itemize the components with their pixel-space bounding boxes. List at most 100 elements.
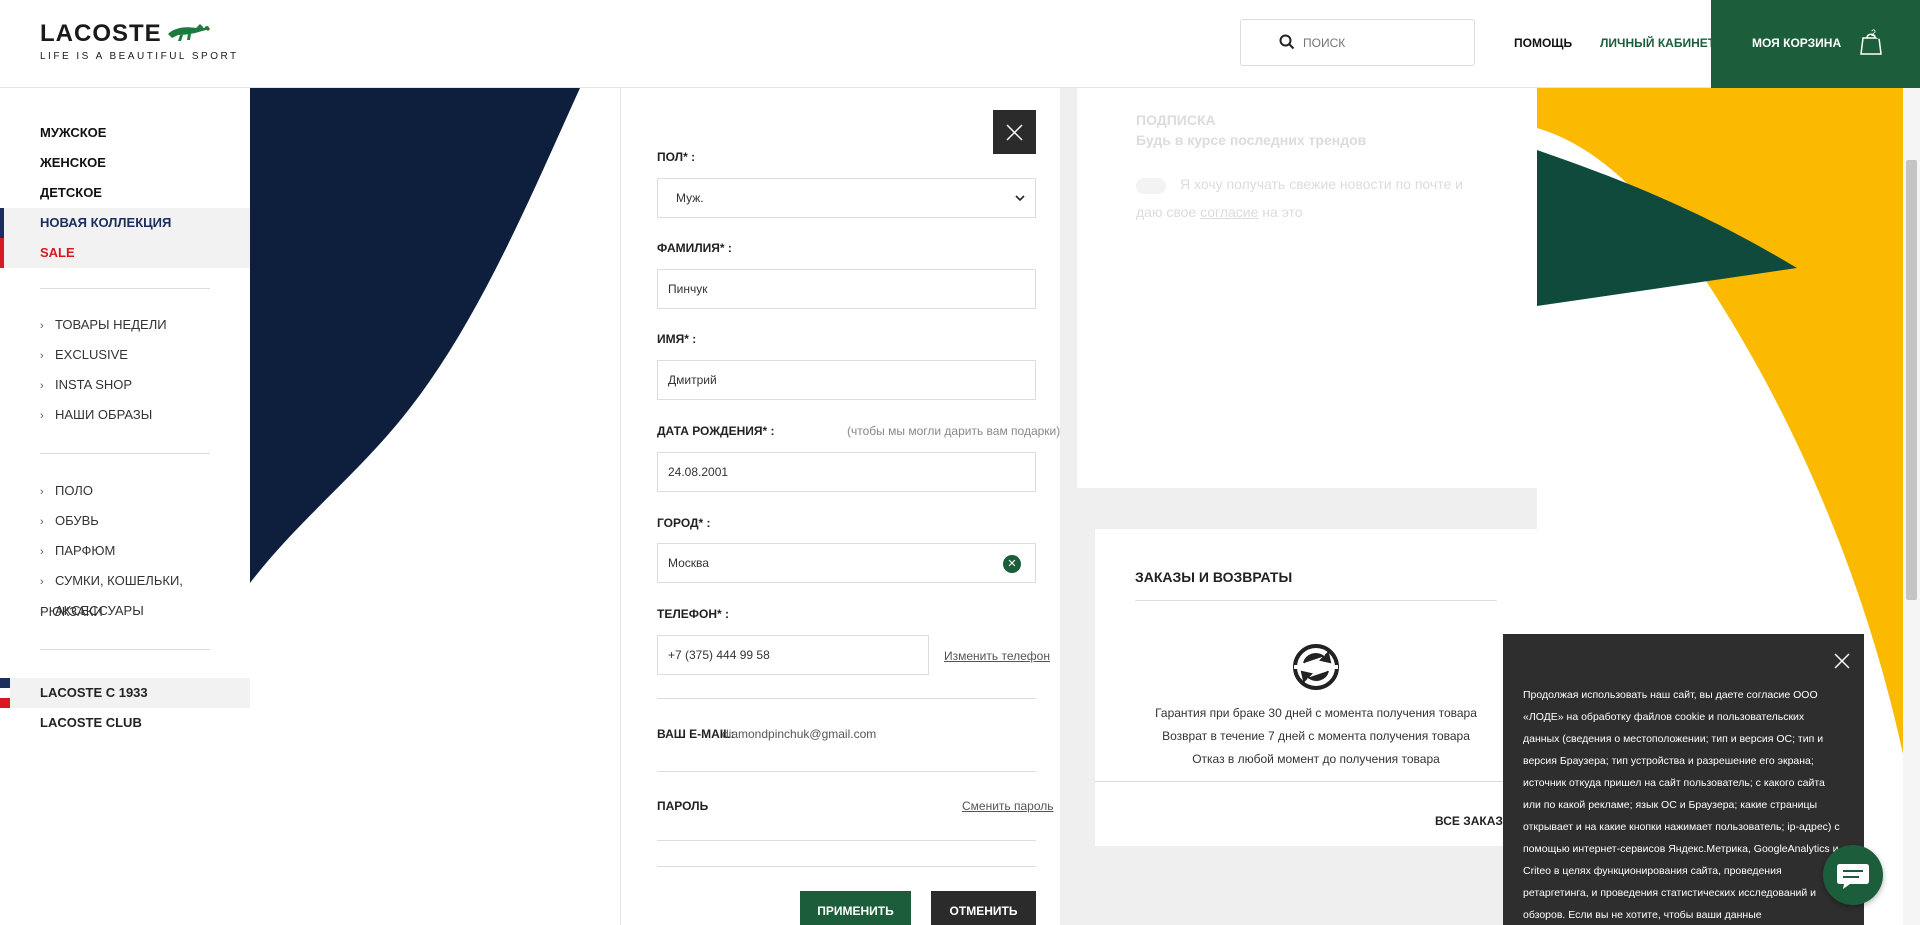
clear-city-icon[interactable]: ✕ — [1003, 555, 1021, 573]
chevron-right-icon: › — [40, 320, 44, 332]
phone-label: ТЕЛЕФОН* : — [657, 607, 729, 621]
chevron-right-icon: › — [40, 350, 44, 362]
nav-item-bags[interactable]: › СУМКИ, КОШЕЛЬКИ, РЮКЗАКИ — [40, 566, 240, 619]
search-input[interactable] — [1303, 30, 1463, 56]
nav-item-accessories[interactable]: › АКСЕССУАРЫ — [40, 596, 240, 626]
nav-item-looks[interactable]: › НАШИ ОБРАЗЫ — [40, 400, 240, 430]
divider — [657, 698, 1036, 699]
orders-line-2: Возврат в течение 7 дней с момента получ… — [1162, 729, 1470, 743]
nav-item-label: ОБУВЬ — [55, 513, 99, 528]
nav-item-new-collection[interactable]: НОВАЯ КОЛЛЕКЦИЯ — [0, 208, 250, 238]
category-nav: › ПОЛО › ОБУВЬ › ПАРФЮМ › СУМКИ, КОШЕЛЬКИ, Р… — [40, 476, 240, 626]
search-icon[interactable] — [1279, 34, 1295, 50]
site-header: LACOSTE LIFE IS A BEAUTIFUL SPORT ПОМОЩЬ… — [0, 0, 1920, 88]
nav-item-label: LACOSTE CLUB — [40, 715, 142, 730]
city-label: ГОРОД* : — [657, 516, 711, 530]
email-value: diamondpinchuk@gmail.com — [722, 727, 877, 741]
divider — [40, 453, 210, 454]
orders-title: ЗАКАЗЫ И ВОЗВРАТЫ — [1135, 569, 1293, 585]
search-box[interactable] — [1240, 19, 1475, 66]
close-icon — [1006, 124, 1023, 141]
firstname-input[interactable] — [657, 360, 1036, 400]
subscription-title: ПОДПИСКА — [1136, 112, 1216, 128]
chat-button[interactable] — [1823, 845, 1883, 905]
nav-item-women[interactable]: ЖЕНСКОЕ — [0, 148, 250, 178]
nav-item-label: ПАРФЮМ — [55, 543, 116, 558]
nav-item-exclusive[interactable]: › EXCLUSIVE — [40, 340, 240, 370]
birthdate-input[interactable] — [657, 452, 1036, 492]
divider — [657, 771, 1036, 772]
change-phone-link[interactable]: Изменить телефон — [944, 649, 1050, 663]
navy-wave-shape — [250, 88, 580, 583]
nav-item-polo[interactable]: › ПОЛО — [40, 476, 240, 506]
consent-text-after: на это — [1262, 204, 1303, 220]
nav-item-men[interactable]: МУЖСКОЕ — [0, 118, 250, 148]
nav-item-label: ТОВАРЫ НЕДЕЛИ — [55, 317, 167, 332]
nav-item-lacoste-1933[interactable]: LACOSTE С 1933 — [0, 678, 250, 708]
cookie-banner: Продолжая использовать наш сайт, вы дает… — [1503, 634, 1864, 925]
subscription-toggle[interactable] — [1136, 178, 1166, 194]
change-password-link[interactable]: Сменить пароль — [962, 799, 1054, 813]
orders-panel: ЗАКАЗЫ И ВОЗВРАТЫ Гарантия при браке 30 … — [1095, 529, 1537, 846]
nav-item-label: INSTA SHOP — [55, 377, 133, 392]
divider — [657, 840, 1036, 841]
cart-button[interactable]: МОЯ КОРЗИНА 2 — [1711, 0, 1920, 88]
nav-item-week-products[interactable]: › ТОВАРЫ НЕДЕЛИ — [40, 310, 240, 340]
crocodile-logo-icon — [168, 24, 210, 41]
gender-select[interactable]: Муж. — [657, 178, 1036, 218]
chevron-right-icon: › — [40, 410, 44, 422]
chevron-down-icon — [1015, 195, 1025, 202]
divider — [40, 288, 210, 289]
accent-bar — [0, 238, 4, 268]
divider — [1095, 781, 1537, 782]
chevron-right-icon: › — [40, 576, 44, 588]
chat-bubble-icon — [1837, 864, 1869, 889]
subscription-consent-text: Я хочу получать свежие новости по почте … — [1136, 170, 1476, 226]
city-input[interactable] — [657, 543, 1036, 583]
cart-count-badge: 2 — [1871, 28, 1877, 38]
nav-item-perfume[interactable]: › ПАРФЮМ — [40, 536, 240, 566]
close-form-button[interactable] — [993, 110, 1036, 154]
scrollbar-thumb[interactable] — [1906, 160, 1917, 600]
chevron-right-icon: › — [40, 380, 44, 392]
nav-item-label: МУЖСКОЕ — [40, 125, 107, 140]
nav-item-label: НОВАЯ КОЛЛЕКЦИЯ — [40, 215, 172, 230]
phone-input[interactable] — [657, 635, 929, 675]
cancel-button[interactable]: ОТМЕНИТЬ — [931, 891, 1036, 925]
nav-item-insta-shop[interactable]: › INSTA SHOP — [40, 370, 240, 400]
nav-item-kids[interactable]: ДЕТСКОЕ — [0, 178, 250, 208]
logo[interactable]: LACOSTE LIFE IS A BEAUTIFUL SPORT — [40, 20, 239, 62]
consent-link[interactable]: согласие — [1200, 204, 1258, 220]
gender-selected-value: Муж. — [676, 191, 704, 205]
orders-line-3: Отказ в любой момент до получения товара — [1192, 752, 1440, 766]
nav-item-label: НАШИ ОБРАЗЫ — [55, 407, 153, 422]
firstname-label: ИМЯ* : — [657, 332, 697, 346]
nav-item-sale[interactable]: SALE — [0, 238, 250, 268]
help-link[interactable]: ПОМОЩЬ — [1514, 36, 1572, 50]
birthdate-label: ДАТА РОЖДЕНИЯ* : — [657, 424, 775, 438]
chevron-right-icon: › — [40, 486, 44, 498]
nav-item-label: ЖЕНСКОЕ — [40, 155, 106, 170]
promo-nav: › ТОВАРЫ НЕДЕЛИ › EXCLUSIVE › INSTA SHOP › Н… — [40, 310, 240, 430]
close-icon[interactable] — [1833, 652, 1851, 670]
nav-item-label: LACOSTE С 1933 — [40, 685, 148, 700]
cookie-text: Продолжая использовать наш сайт, вы дает… — [1523, 689, 1840, 921]
nav-item-shoes[interactable]: › ОБУВЬ — [40, 506, 240, 536]
divider — [40, 649, 210, 650]
orders-line-1: Гарантия при браке 30 дней с момента пол… — [1155, 706, 1477, 720]
lastname-input[interactable] — [657, 269, 1036, 309]
sidebar: МУЖСКОЕ ЖЕНСКОЕ ДЕТСКОЕ НОВАЯ КОЛЛЕКЦИЯ … — [0, 88, 250, 925]
account-link[interactable]: ЛИЧНЫЙ КАБИНЕТ — [1600, 36, 1715, 50]
nav-item-label: ДЕТСКОЕ — [40, 185, 102, 200]
birthdate-hint: (чтобы мы могли дарить вам подарки) — [847, 424, 1061, 438]
apply-button[interactable]: ПРИМЕНИТЬ — [800, 891, 911, 925]
divider — [657, 866, 1036, 867]
nav-item-lacoste-club[interactable]: LACOSTE CLUB — [0, 708, 250, 738]
lastname-label: ФАМИЛИЯ* : — [657, 241, 732, 255]
gender-label: ПОЛ* : — [657, 150, 696, 164]
password-label: ПАРОЛЬ — [657, 799, 709, 813]
nav-item-label: ПОЛО — [55, 483, 93, 498]
nav-item-label: EXCLUSIVE — [55, 347, 128, 362]
flag-icon — [0, 678, 10, 708]
subscription-panel — [1077, 88, 1537, 488]
